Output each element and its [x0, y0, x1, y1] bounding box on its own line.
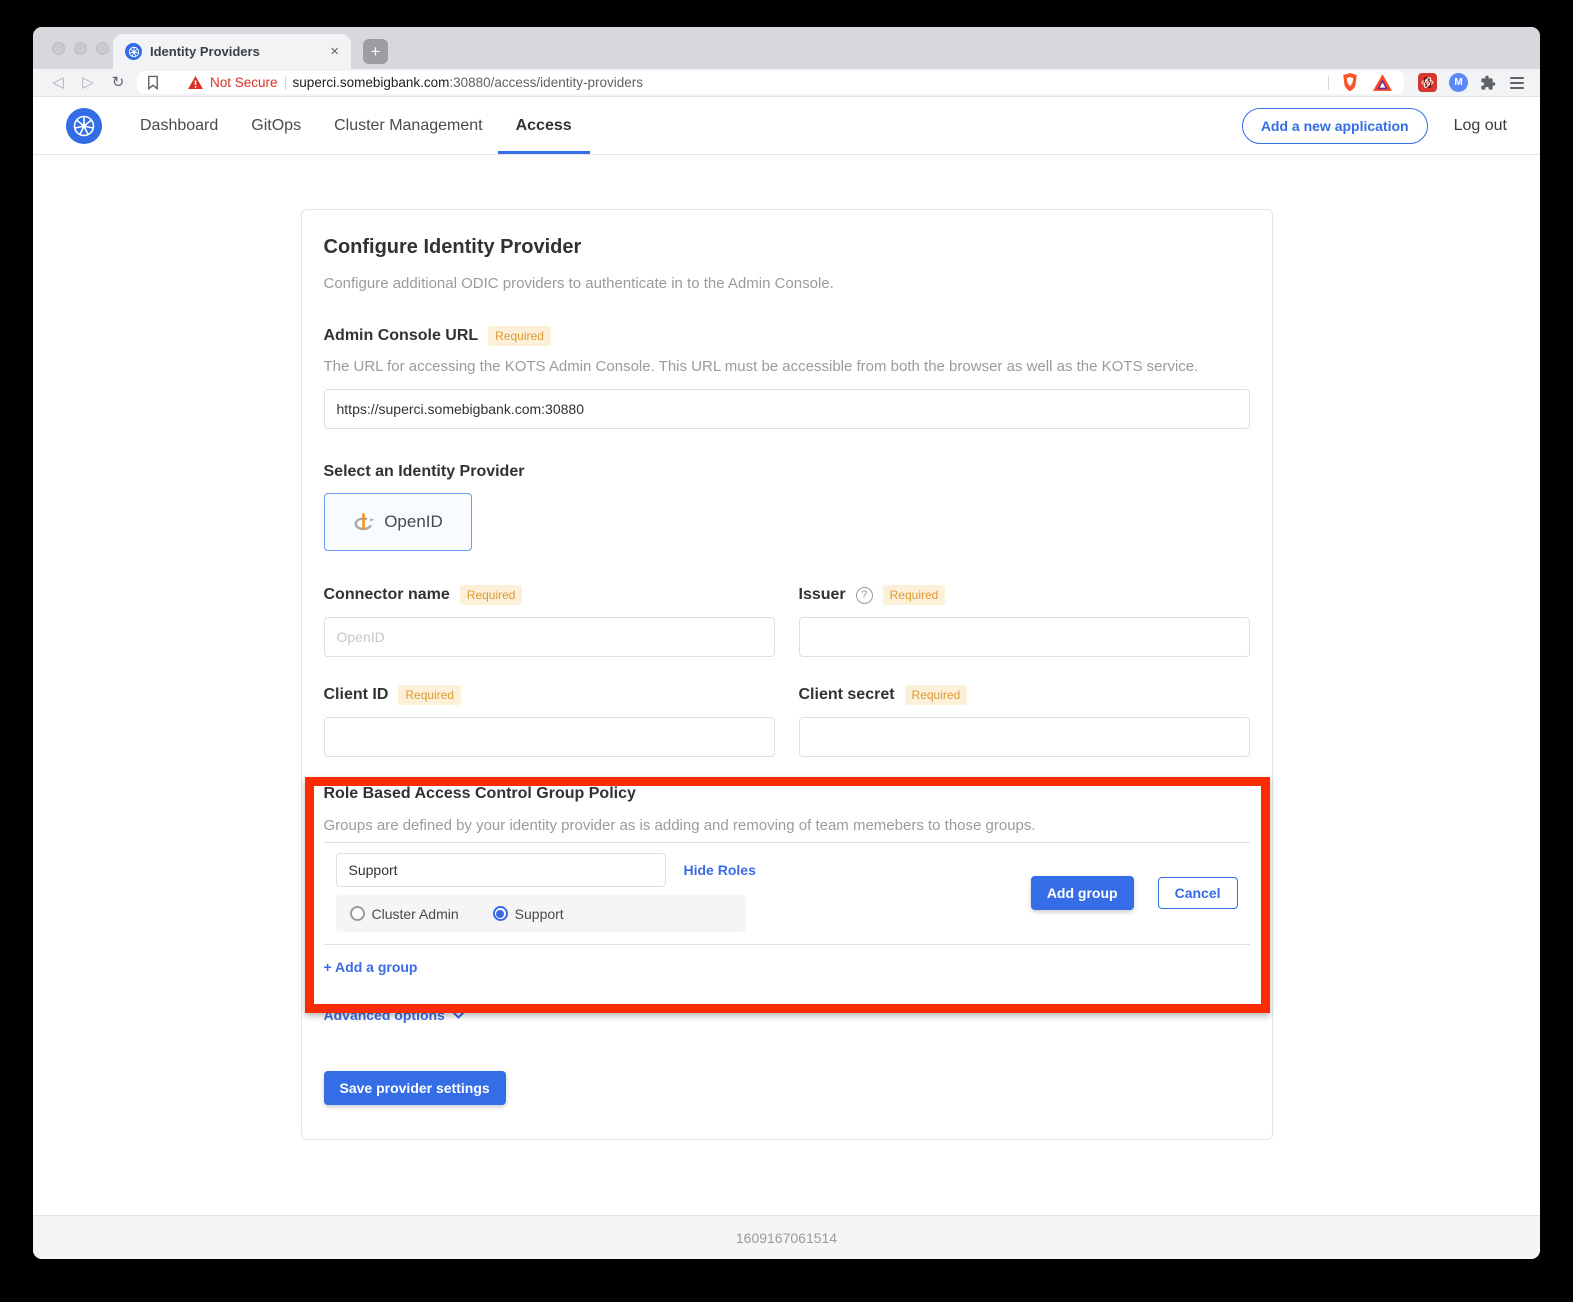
- client-secret-input[interactable]: [799, 717, 1250, 757]
- group-editor-row: Hide Roles Cluster Admin Support: [324, 843, 1250, 944]
- advanced-options-toggle[interactable]: Advanced options: [324, 1007, 1250, 1023]
- footer-bar: 1609167061514: [33, 1215, 1540, 1259]
- role-radio-support[interactable]: Support: [493, 906, 564, 922]
- reload-icon[interactable]: ↻: [103, 75, 133, 90]
- required-badge: Required: [460, 585, 523, 605]
- rbac-divider-bottom: [324, 944, 1250, 945]
- role-radio-cluster-admin[interactable]: Cluster Admin: [350, 906, 459, 922]
- nav-item-access[interactable]: Access: [516, 97, 572, 154]
- nav-item-cluster-management[interactable]: Cluster Management: [334, 97, 483, 154]
- url-host: superci.somebigbank.com: [293, 75, 450, 90]
- client-secret-label: Client secret: [799, 686, 895, 704]
- admin-console-url-input[interactable]: [324, 389, 1250, 429]
- close-window-button[interactable]: [52, 42, 65, 55]
- omnibox-divider: [285, 76, 286, 90]
- page-subtitle: Configure additional ODIC providers to a…: [324, 275, 1250, 292]
- cancel-button[interactable]: Cancel: [1158, 877, 1238, 909]
- minimize-window-button[interactable]: [74, 42, 87, 55]
- select-identity-provider-label: Select an Identity Provider: [324, 463, 525, 481]
- app-nav-header: Dashboard GitOps Cluster Management Acce…: [33, 97, 1540, 155]
- hide-roles-link[interactable]: Hide Roles: [684, 862, 756, 878]
- radio-unselected-icon[interactable]: [350, 906, 365, 921]
- nav-item-dashboard[interactable]: Dashboard: [140, 97, 218, 154]
- browser-menu-icon[interactable]: [1510, 77, 1524, 89]
- admin-console-url-help: The URL for accessing the KOTS Admin Con…: [324, 358, 1250, 375]
- extensions-puzzle-icon[interactable]: [1480, 75, 1496, 91]
- role-label: Cluster Admin: [372, 906, 459, 922]
- required-badge: Required: [488, 326, 551, 346]
- logout-link[interactable]: Log out: [1454, 117, 1507, 135]
- connector-name-label: Connector name: [324, 586, 450, 604]
- required-badge: Required: [905, 685, 968, 705]
- main-content: Configure Identity Provider Configure ad…: [33, 155, 1540, 1215]
- admin-console-url-label: Admin Console URL: [324, 327, 479, 345]
- url-path: :30880/access/identity-providers: [449, 75, 643, 90]
- forward-icon[interactable]: ▷: [73, 75, 103, 90]
- required-badge: Required: [398, 685, 461, 705]
- rbac-section-description: Groups are defined by your identity prov…: [324, 817, 1250, 834]
- page-url: superci.somebigbank.com:30880/access/ide…: [293, 75, 643, 90]
- openid-provider-tile[interactable]: OpenID: [324, 493, 472, 551]
- chevron-down-icon: [452, 1011, 465, 1019]
- close-tab-icon[interactable]: ×: [330, 44, 339, 59]
- page-title: Configure Identity Provider: [324, 236, 1250, 259]
- new-tab-button[interactable]: +: [363, 39, 388, 64]
- connector-name-input[interactable]: [324, 617, 775, 657]
- client-id-label: Client ID: [324, 686, 389, 704]
- bookmark-icon[interactable]: [147, 75, 159, 90]
- browser-window: Identity Providers × + ◁ ▷ ↻ Not Secure …: [33, 27, 1540, 1259]
- profile-avatar[interactable]: M: [1449, 73, 1468, 92]
- rbac-section-title: Role Based Access Control Group Policy: [324, 785, 1250, 803]
- browser-tab[interactable]: Identity Providers ×: [113, 34, 351, 69]
- issuer-label: Issuer: [799, 586, 846, 604]
- tab-strip: Identity Providers × +: [33, 27, 1540, 69]
- openid-provider-name: OpenID: [384, 512, 443, 532]
- omnibox-divider: [1328, 76, 1329, 90]
- add-group-button[interactable]: Add group: [1031, 876, 1134, 910]
- radio-selected-icon[interactable]: [493, 906, 508, 921]
- maximize-window-button[interactable]: [96, 42, 109, 55]
- group-name-input[interactable]: [336, 853, 666, 887]
- save-provider-settings-button[interactable]: Save provider settings: [324, 1071, 506, 1105]
- openid-logo-icon: [352, 511, 375, 534]
- window-controls: [52, 42, 109, 55]
- brave-shield-icon[interactable]: [1342, 73, 1358, 92]
- add-a-group-link[interactable]: + Add a group: [324, 959, 418, 975]
- client-id-input[interactable]: [324, 717, 775, 757]
- warning-triangle-icon: [188, 76, 203, 89]
- browser-toolbar: ◁ ▷ ↻ Not Secure superci.somebigbank.com…: [33, 69, 1540, 97]
- kubernetes-logo-icon: [66, 108, 102, 144]
- role-label: Support: [515, 906, 564, 922]
- advanced-options-label: Advanced options: [324, 1007, 445, 1023]
- bat-rewards-icon[interactable]: [1373, 74, 1392, 91]
- nav-item-gitops[interactable]: GitOps: [251, 97, 301, 154]
- tab-title: Identity Providers: [150, 44, 322, 59]
- add-new-application-button[interactable]: Add a new application: [1242, 108, 1428, 144]
- not-secure-label[interactable]: Not Secure: [210, 75, 278, 90]
- extension-icon[interactable]: [1418, 73, 1437, 92]
- roles-box: Cluster Admin Support: [336, 895, 746, 932]
- nav-links: Dashboard GitOps Cluster Management Acce…: [140, 97, 572, 154]
- address-bar[interactable]: Not Secure superci.somebigbank.com:30880…: [137, 71, 1404, 94]
- kubernetes-favicon-icon: [125, 43, 142, 60]
- back-icon[interactable]: ◁: [43, 75, 73, 90]
- configure-identity-provider-card: Configure Identity Provider Configure ad…: [301, 209, 1273, 1140]
- required-badge: Required: [883, 585, 946, 605]
- issuer-input[interactable]: [799, 617, 1250, 657]
- footer-timestamp: 1609167061514: [736, 1230, 837, 1246]
- issuer-help-icon[interactable]: ?: [856, 587, 873, 604]
